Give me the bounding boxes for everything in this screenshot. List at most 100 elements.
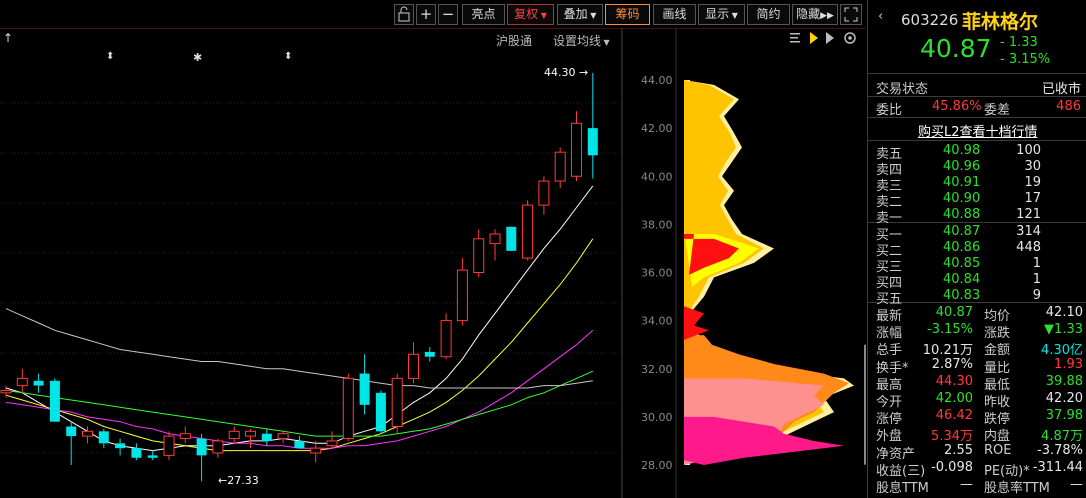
high-price-value: 44.30 (544, 66, 576, 79)
divider (868, 140, 1086, 141)
ma-line (5, 185, 594, 452)
back-chevron-icon[interactable]: ‹ (878, 9, 883, 24)
chevron-down-icon: ▼ (538, 11, 547, 20)
price-tick-label: 32.00 (641, 363, 673, 376)
stat-value: 42.00 (935, 391, 973, 406)
price-tick-label: 42.00 (641, 122, 673, 135)
candle-body (506, 226, 517, 251)
stat-value: 40.87 (935, 305, 973, 320)
stat-row: 涨幅 -3.15% 涨跌 ▼1.33 (868, 321, 1086, 341)
zoom-in-icon[interactable]: + (416, 4, 436, 25)
liangdian-button[interactable]: 亮点 (462, 4, 505, 25)
stat-value: -311.44 (1032, 459, 1083, 475)
candle-body (33, 380, 44, 386)
weibi-row: 委比 45.86% 委差 486 (868, 98, 1086, 118)
xianshi-button[interactable]: 显示 ▼ (698, 4, 745, 25)
stat-row: 最新 40.87 均价 42.10 (868, 304, 1086, 324)
trade-status-row: 交易状态 已收市 (868, 77, 1086, 97)
stat-value: -3.15% (927, 322, 973, 338)
price-tick-label: 28.00 (641, 459, 673, 472)
stat-value: 42.10 (1045, 305, 1083, 320)
diejia-button[interactable]: 叠加 ▼ (557, 4, 603, 25)
price-axis: 44.00 42.00 40.00 38.00 36.00 34.00 32.00 30.00… (641, 74, 673, 472)
stat-row: 涨停 46.42 跌停 37.98 (868, 407, 1086, 427)
candle-body (522, 204, 534, 259)
xianshi-label: 显示 (705, 7, 730, 21)
stat-label: 股息率TTM (984, 481, 1050, 496)
ask-volume: 30 (1024, 159, 1041, 174)
stat-row: 总手 10.21万 金额 4.30亿 (868, 338, 1086, 358)
candle-body (456, 269, 468, 322)
bid-row: 买五 40.83 9 (868, 287, 1086, 307)
bid-volume: 314 (1016, 224, 1041, 239)
weicha-label: 委差 (984, 103, 1011, 118)
lock-icon[interactable] (394, 4, 414, 25)
stat-value: — (960, 477, 973, 492)
candle-body (375, 392, 386, 432)
stat-value: 2.87% (931, 356, 973, 372)
fuquan-button[interactable]: 复权 ▼ (507, 4, 554, 25)
zoom-out-icon[interactable]: − (438, 4, 458, 25)
bid-volume: 9 (1032, 288, 1041, 303)
candle-body (163, 435, 175, 456)
ma-line (5, 308, 593, 389)
weicha-value: 486 (1056, 99, 1081, 114)
chevron-down-icon: ▼ (587, 11, 597, 20)
high-price-label: 44.30 → (544, 66, 588, 79)
chip-area-red-small (684, 306, 709, 340)
candle-body (82, 430, 93, 437)
stat-row: 净资产 2.55 ROE -3.78% (868, 442, 1086, 462)
stat-row: 最高 44.30 最低 39.88 (868, 373, 1086, 393)
ma-line (5, 238, 594, 452)
diejia-label: 叠加 (563, 7, 588, 21)
bid-price: 40.87 (943, 224, 981, 239)
yincang-button[interactable]: 隐藏▶▶ (792, 4, 838, 25)
fullscreen-icon[interactable] (840, 4, 862, 25)
stat-value: -3.78% (1037, 442, 1083, 458)
bid-volume: 1 (1032, 256, 1041, 271)
candle-body (228, 430, 240, 440)
candle-body (147, 455, 158, 458)
jianyue-button[interactable]: 简约 (747, 4, 790, 25)
candle-body (277, 433, 289, 440)
event-marker-star-icon[interactable]: ✱ (193, 51, 202, 64)
candle-body (98, 431, 109, 444)
stat-row: 股息TTM — 股息率TTM — (868, 476, 1086, 496)
candle-body (179, 433, 191, 440)
bid-price: 40.85 (943, 256, 981, 271)
ma-line (5, 329, 594, 449)
price-change: - 1.33 (1000, 35, 1038, 50)
chouma-button[interactable]: 筹码 (605, 4, 650, 25)
low-price-value: 27.33 (227, 474, 259, 487)
price-tick-label: 38.00 (641, 218, 673, 231)
candle-body (245, 430, 256, 437)
stat-value: -0.098 (931, 459, 973, 475)
stat-row: 收益(三) -0.098 PE(动)* -311.44 (868, 459, 1086, 479)
stat-label: 股息TTM (876, 481, 929, 496)
candle-body (359, 373, 370, 405)
candle-body (440, 320, 452, 358)
price-tick-label: 44.00 (641, 74, 673, 87)
event-marker-icon[interactable]: ⬍ (106, 51, 114, 62)
kline-chart[interactable]: 44.00 42.00 40.00 38.00 36.00 34.00 32.00 30.00… (0, 28, 866, 498)
candle-body (212, 440, 224, 454)
candle-body (66, 426, 77, 437)
trade-status-value: 已收市 (1041, 82, 1081, 97)
chart-grid (0, 28, 677, 498)
stat-value: 46.42 (935, 408, 973, 424)
huaxian-button[interactable]: 画线 (653, 4, 696, 25)
divider (868, 96, 1086, 97)
weibi-value: 45.86% (932, 99, 982, 114)
price-tick-label: 34.00 (641, 315, 673, 328)
arrow-right-icon: → (575, 66, 589, 79)
bid-volume: 448 (1016, 240, 1041, 255)
buy-l2-link[interactable]: 购买L2查看十档行情 (918, 121, 1038, 140)
candle-body (196, 438, 207, 456)
candle-body (489, 233, 501, 245)
candle-body (424, 351, 435, 357)
stat-value: — (1070, 477, 1083, 492)
event-marker-icon[interactable]: ⬍ (284, 51, 292, 62)
ask-volume: 100 (1016, 143, 1041, 158)
candlestick-series (0, 72, 598, 482)
stock-code: 603226 (901, 11, 959, 29)
